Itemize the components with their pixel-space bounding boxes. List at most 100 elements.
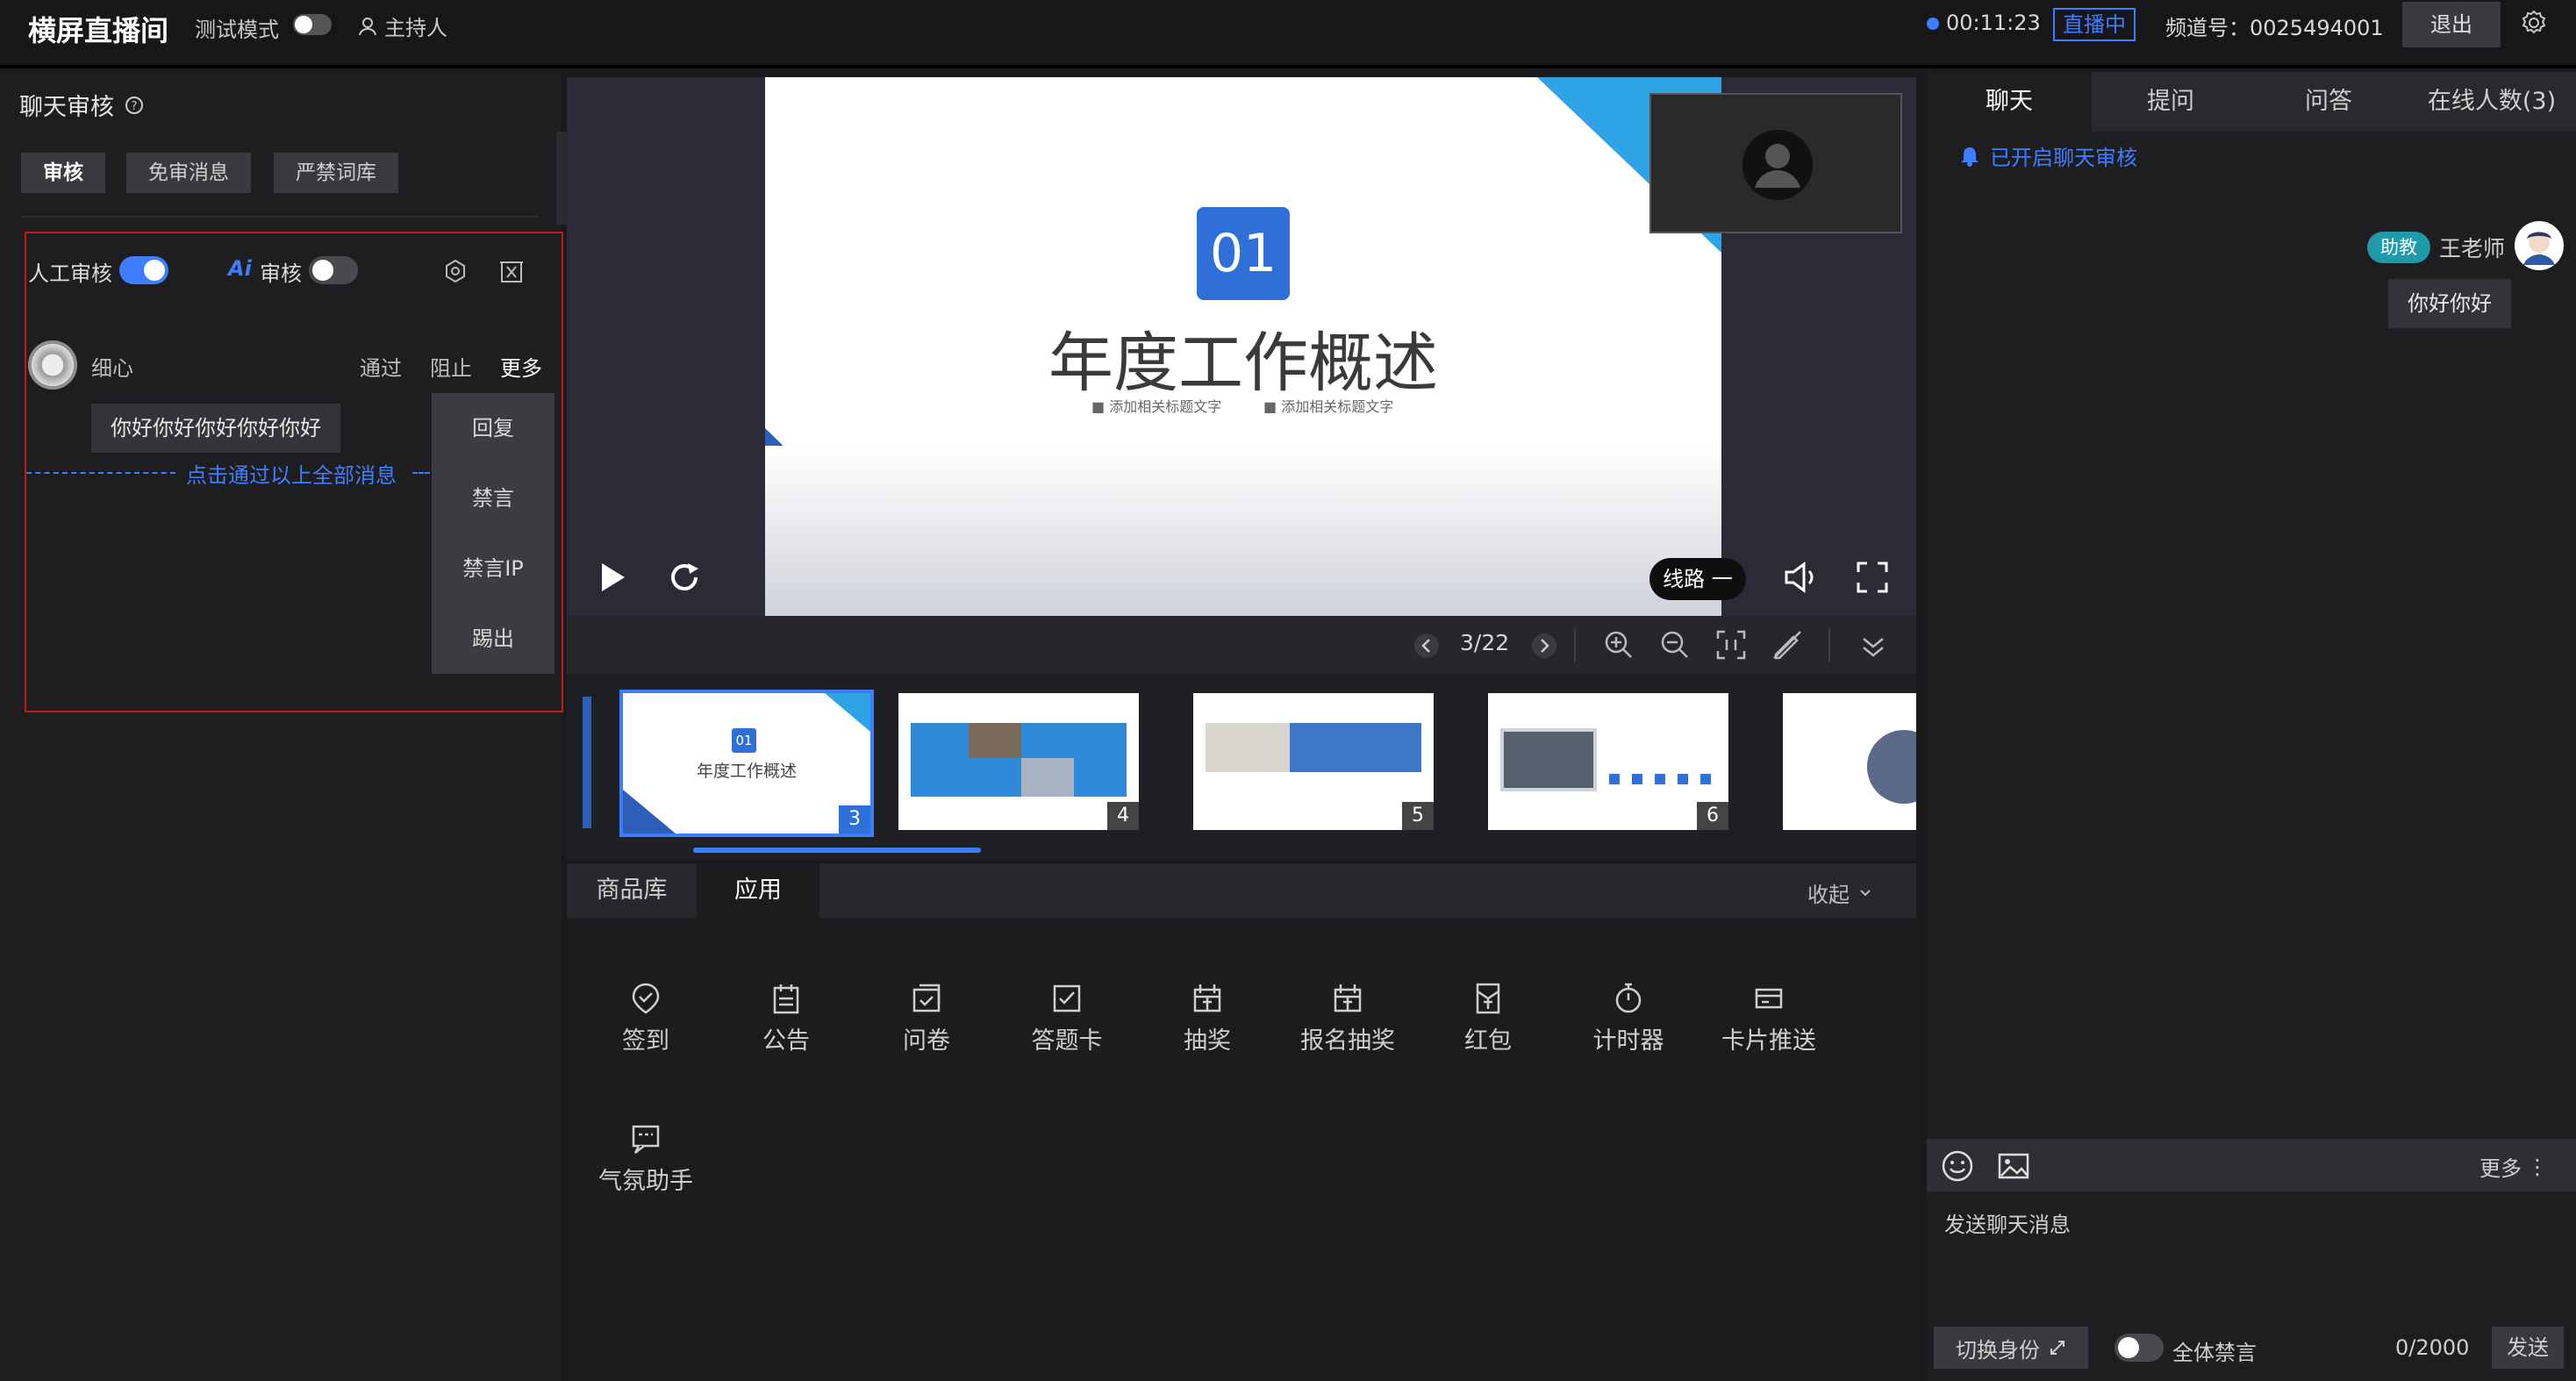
zoom-out-icon[interactable] [1658, 628, 1692, 662]
chat-message: 你好你好 [2388, 279, 2511, 328]
presentation-toolbar: 3/22 [567, 616, 1916, 674]
thumb-title: 年度工作概述 [696, 762, 797, 781]
send-button[interactable]: 发送 [2492, 1327, 2564, 1369]
thumbnail-6[interactable]: 6 [1488, 693, 1728, 830]
actual-size-icon[interactable] [1714, 628, 1748, 662]
chat-message-input[interactable]: 发送聊天消息 [1944, 1207, 2071, 1238]
camera-preview[interactable] [1649, 93, 1902, 233]
role-badge: 助教 [2367, 232, 2430, 263]
user-avatar [28, 340, 77, 390]
ai-review-toggle[interactable] [309, 256, 358, 284]
thumb-number: 4 [1107, 802, 1139, 830]
live-status-badge: 直播中 [2053, 8, 2136, 41]
zoom-in-icon[interactable] [1602, 628, 1635, 662]
collapse-tools-button[interactable]: 收起 [1807, 877, 1872, 908]
timer-icon [1615, 983, 1642, 1013]
thumbnail-5[interactable]: 5 [1193, 693, 1434, 830]
app-label: 问卷 [903, 1027, 950, 1055]
block-button[interactable]: 阻止 [430, 351, 472, 382]
review-settings-icon[interactable] [442, 258, 469, 284]
prev-thumb-edge [583, 697, 591, 828]
more-menu: 回复 禁言 禁言IP 踢出 [432, 393, 555, 674]
thumb-content [1290, 723, 1421, 772]
chevron-down-icon [1860, 889, 1871, 896]
ai-review-label: 审核 [260, 261, 302, 286]
approve-button[interactable]: 通过 [360, 351, 402, 382]
menu-item-kick[interactable]: 踢出 [432, 604, 555, 674]
more-options-button[interactable]: 更多 ⋮ [2479, 1151, 2548, 1182]
user-name: 细心 [91, 356, 133, 381]
more-button[interactable]: 更多 [500, 351, 542, 382]
app-card-push[interactable]: 卡片推送 [1707, 981, 1830, 1055]
app-answer-card[interactable]: 答题卡 [1014, 981, 1120, 1055]
help-icon[interactable]: ? [125, 96, 144, 115]
kebab-icon: ⋮ [2527, 1154, 2548, 1179]
collapse-thumbnails-icon[interactable] [1858, 632, 1888, 662]
image-icon[interactable] [1997, 1149, 2030, 1183]
approve-all-link[interactable]: 点击通过以上全部消息 [186, 458, 397, 489]
teacher-avatar [2515, 221, 2564, 270]
app-signup-lottery[interactable]: 报名抽奖 [1286, 981, 1409, 1055]
test-mode-toggle[interactable] [293, 14, 332, 35]
tab-questions[interactable]: 提问 [2092, 72, 2250, 132]
tab-online-users[interactable]: 在线人数(3) [2408, 72, 2576, 132]
panel-title: 聊天审核 ? [19, 88, 144, 122]
emoji-icon[interactable] [1941, 1149, 1974, 1183]
thumbnail-7[interactable] [1783, 693, 1916, 830]
channel-number: 频道号：0025494001 [2165, 16, 2384, 40]
menu-item-reply[interactable]: 回复 [432, 393, 555, 463]
chat-tabs: 聊天 提问 问答 在线人数(3) [1927, 72, 2576, 132]
app-atmosphere-assistant[interactable]: 气氛助手 [584, 1121, 707, 1196]
fullscreen-icon[interactable] [1855, 560, 1890, 595]
divider [21, 216, 539, 218]
switch-identity-button[interactable]: 切换身份 [1934, 1327, 2088, 1369]
play-icon[interactable] [600, 562, 626, 593]
thumbnails-scrollbar[interactable] [693, 848, 981, 853]
pen-off-icon[interactable] [1771, 628, 1804, 662]
tab-chat[interactable]: 聊天 [1927, 72, 2092, 132]
app-announcement[interactable]: 公告 [733, 981, 839, 1055]
tab-review[interactable]: 审核 [21, 153, 105, 193]
exit-button[interactable]: 退出 [2402, 2, 2501, 47]
tab-apps[interactable]: 应用 [697, 863, 819, 918]
thumbnail-4[interactable]: 4 [898, 693, 1139, 830]
route-selector[interactable]: 线路 一 [1649, 558, 1746, 600]
tab-products[interactable]: 商品库 [567, 863, 697, 918]
clear-messages-icon[interactable] [498, 258, 525, 284]
thumb-dots [1609, 774, 1714, 784]
menu-item-mute-ip[interactable]: 禁言IP [432, 533, 555, 604]
bell-icon [1961, 147, 1979, 167]
test-mode-label: 测试模式 [195, 18, 279, 42]
live-timer: 00:11:23 [1946, 11, 2041, 35]
prev-page-icon[interactable] [1413, 632, 1441, 660]
red-packet-icon [1476, 983, 1500, 1014]
app-label: 答题卡 [1031, 1027, 1103, 1055]
tab-qa[interactable]: 问答 [2250, 72, 2408, 132]
app-timer[interactable]: 计时器 [1576, 981, 1681, 1055]
thumb-image [1500, 728, 1597, 791]
app-lottery[interactable]: 抽奖 [1155, 981, 1260, 1055]
app-survey[interactable]: 问卷 [874, 981, 979, 1055]
toolbar-divider [1574, 628, 1576, 662]
next-page-icon[interactable] [1530, 632, 1558, 660]
volume-icon[interactable] [1783, 560, 1818, 595]
divider-left [26, 472, 175, 474]
mute-all-toggle[interactable] [2114, 1334, 2164, 1362]
thumb-number: 5 [1402, 802, 1434, 830]
app-red-packet[interactable]: 红包 [1435, 981, 1541, 1055]
refresh-icon[interactable] [667, 560, 702, 595]
host-role[interactable]: 主持人 [358, 11, 447, 41]
current-slide: 01 年度工作概述 ■ 添加相关标题文字 ■ 添加相关标题文字 [765, 77, 1721, 616]
thumbnail-3[interactable]: 01 年度工作概述 3 [619, 690, 874, 837]
tab-banned-words[interactable]: 严禁词库 [274, 153, 398, 193]
camera-avatar-icon [1742, 130, 1813, 200]
tab-exempt-messages[interactable]: 免审消息 [126, 153, 251, 193]
settings-gear-icon[interactable] [2520, 9, 2548, 37]
menu-item-mute[interactable]: 禁言 [432, 463, 555, 533]
thumb-image [969, 723, 1021, 758]
app-checkin[interactable]: 签到 [593, 981, 698, 1055]
apps-grid: 签到 公告 问卷 答题卡 抽奖 报名抽奖 红包 计时器 卡片推送 气氛助手 [567, 918, 1916, 1381]
lottery-icon [1193, 984, 1221, 1012]
app-label: 签到 [622, 1027, 669, 1055]
manual-review-toggle[interactable] [119, 256, 168, 284]
